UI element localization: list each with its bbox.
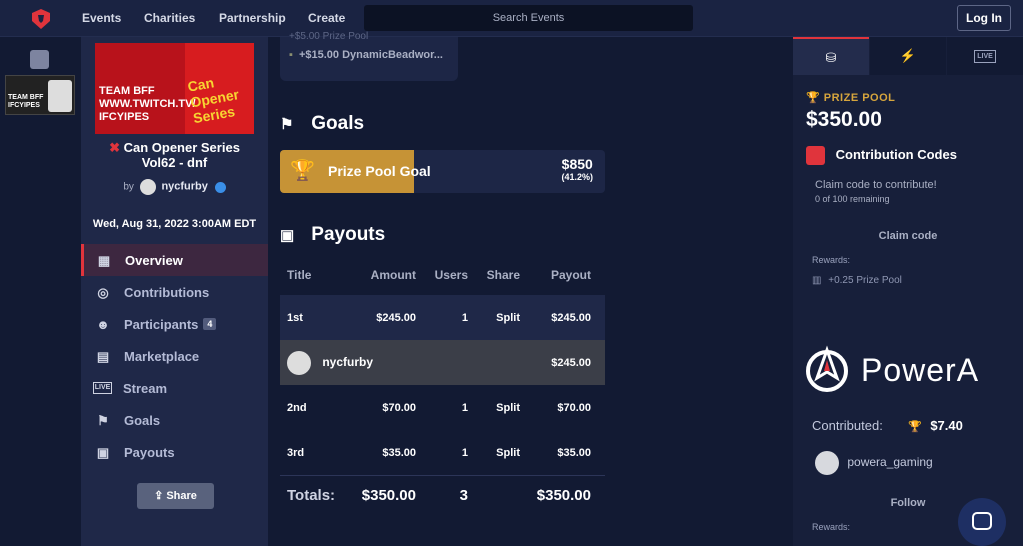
event-thumbnail[interactable]: TEAM BFF IFCYIPES xyxy=(5,75,75,115)
nav-create-link[interactable]: Create xyxy=(308,11,345,25)
organizer-name[interactable]: nycfurby xyxy=(161,181,207,193)
trophy-icon: 🏆 xyxy=(806,92,821,104)
prize-pool-label: 🏆 PRIZE POOL xyxy=(806,92,896,104)
login-button[interactable]: Log In xyxy=(957,5,1011,31)
table-row-winner[interactable]: nycfurby $245.00 xyxy=(280,340,605,385)
panel-tabs: ⛁ ⚡ LIVE xyxy=(793,37,1023,75)
goal-label: Prize Pool Goal xyxy=(328,163,431,179)
sidebar-item-marketplace[interactable]: ▤ Marketplace xyxy=(81,340,268,372)
event-sidebar: TEAM BFF WWW.TWITCH.TV/IFCYIPES Can Opene… xyxy=(81,37,268,546)
claim-code-button[interactable]: Claim code xyxy=(793,230,1023,242)
grid-icon: ▦ xyxy=(97,253,111,268)
users-icon: ☻ xyxy=(96,317,110,332)
contributed-label: Contributed: xyxy=(812,418,883,433)
share-icon: ⇪ xyxy=(154,490,164,502)
prize-icon: ⛁ xyxy=(825,50,837,65)
payouts-table: Title Amount Users Share Payout 1st $245… xyxy=(280,255,605,515)
payouts-heading: ▣ Payouts xyxy=(280,224,386,245)
avatar[interactable] xyxy=(287,350,311,375)
reward-item: ▥ +0.25 Prize Pool xyxy=(812,275,902,286)
claim-remaining: 0 of 100 remaining xyxy=(815,194,890,204)
nav-partnership-link[interactable]: Partnership xyxy=(219,11,286,25)
table-row: 3rd $35.00 1 Split $35.00 xyxy=(287,446,591,459)
bolt-icon: ⚡ xyxy=(899,48,917,63)
sidebar-item-contributions[interactable]: ◎ Contributions xyxy=(81,276,268,308)
recent-contributions-card: +$5.00 Prize Pool ▪ +$15.00 DynamicBeadw… xyxy=(280,31,458,81)
avatar[interactable] xyxy=(139,179,156,195)
prize-pool-amount: $350.00 xyxy=(806,108,882,131)
rewards-label: Rewards: xyxy=(812,255,851,265)
col-amount: Amount xyxy=(370,268,416,282)
sidebar-item-payouts[interactable]: ▣ Payouts xyxy=(81,436,268,468)
favorites-strip: TEAM BFF IFCYIPES xyxy=(0,37,81,546)
prize-pool-panel: ⛁ ⚡ LIVE 🏆 PRIZE POOL $350.00 Contributi… xyxy=(793,37,1023,546)
sidebar-item-goals[interactable]: ⚑ Goals xyxy=(81,404,268,436)
contribution-codes-title: Contribution Codes xyxy=(806,146,957,165)
flag-icon: ⚑ xyxy=(97,413,109,428)
goals-heading: ⚑ Goals xyxy=(280,113,365,134)
contribution-row: ▪ +$15.00 DynamicBeadwor... xyxy=(289,49,443,61)
powera-logo-icon xyxy=(806,345,848,392)
trophy-icon: 🏆 xyxy=(290,160,315,182)
coins-icon: ▪ xyxy=(289,49,293,61)
chat-launcher-button[interactable] xyxy=(958,498,1006,546)
col-payout: Payout xyxy=(550,268,591,282)
sponsor-user[interactable]: powera_gaming xyxy=(815,451,933,475)
money-icon: ▣ xyxy=(280,227,295,244)
col-title: Title xyxy=(287,268,312,282)
event-date: Wed, Aug 31, 2022 3:00AM EDT xyxy=(92,218,257,230)
live-icon: LIVE xyxy=(93,382,112,394)
prize-icon: ▥ xyxy=(812,275,822,286)
contribution-row: +$5.00 Prize Pool xyxy=(289,31,369,42)
tab-prize-pool[interactable]: ⛁ xyxy=(793,37,869,75)
main-content: +$5.00 Prize Pool ▪ +$15.00 DynamicBeadw… xyxy=(268,31,793,546)
trophy-icon: 🏆 xyxy=(908,421,922,433)
totals-row: Totals: $350.00 3 $350.00 xyxy=(280,475,605,515)
prize-pool-goal-bar: 🏆 Prize Pool Goal $850 (41.2%) xyxy=(280,150,605,193)
verified-icon xyxy=(214,181,226,193)
sidebar-item-stream[interactable]: LIVE Stream xyxy=(81,372,268,404)
chat-icon xyxy=(972,512,992,530)
contributed-amount: 🏆 $7.40 xyxy=(908,418,963,433)
tab-live[interactable]: LIVE xyxy=(947,37,1023,75)
site-logo-icon[interactable] xyxy=(30,8,52,30)
coins-icon: ◎ xyxy=(97,285,109,300)
event-poster: TEAM BFF WWW.TWITCH.TV/IFCYIPES Can Opene… xyxy=(95,43,254,134)
event-title: ✖ Can Opener Series Vol62 - dnf xyxy=(109,140,240,170)
table-row: 1st $245.00 1 Split $245.00 xyxy=(280,295,605,340)
piggy-bank-icon xyxy=(806,146,825,165)
search-input[interactable]: Search Events xyxy=(364,5,693,31)
goal-amount: $850 (41.2%) xyxy=(561,156,593,182)
avatar[interactable] xyxy=(815,451,839,475)
sidebar-item-participants[interactable]: ☻ Participants 4 xyxy=(81,308,268,340)
organizer-line: by nycfurby xyxy=(95,179,254,195)
top-navbar: Events Charities Partnership Create Sear… xyxy=(0,0,1023,37)
flag-icon: ⚑ xyxy=(280,116,294,133)
sidebar-item-overview[interactable]: ▦ Overview xyxy=(81,244,268,276)
rewards-label: Rewards: xyxy=(812,522,851,532)
cross-icon: ✖ xyxy=(109,140,120,155)
money-icon: ▣ xyxy=(96,445,110,460)
nav-events-link[interactable]: Events xyxy=(82,11,121,25)
sponsor-brand-name: PowerA xyxy=(861,352,980,388)
claim-text: Claim code to contribute! xyxy=(815,179,937,191)
store-icon: ▤ xyxy=(96,349,110,364)
sidebar-menu: ▦ Overview ◎ Contributions ☻ Participant… xyxy=(81,244,268,468)
col-users: Users xyxy=(434,268,468,282)
heart-icon[interactable] xyxy=(30,50,49,69)
table-header: Title Amount Users Share Payout xyxy=(280,255,605,295)
participants-count-badge: 4 xyxy=(203,318,217,330)
share-button[interactable]: ⇪ Share xyxy=(137,483,214,509)
table-row: 2nd $70.00 1 Split $70.00 xyxy=(287,401,591,414)
col-share: Share xyxy=(486,268,520,282)
poster-text-right: Can Opener Series xyxy=(186,74,241,127)
sponsor-logo[interactable]: PowerA xyxy=(805,342,1015,398)
live-icon: LIVE xyxy=(974,50,996,64)
nav-charities-link[interactable]: Charities xyxy=(144,11,195,25)
winner-name[interactable]: nycfurby xyxy=(322,355,373,369)
tab-boost[interactable]: ⚡ xyxy=(870,37,946,75)
poster-text-left: TEAM BFF WWW.TWITCH.TV/IFCYIPES xyxy=(99,85,196,123)
